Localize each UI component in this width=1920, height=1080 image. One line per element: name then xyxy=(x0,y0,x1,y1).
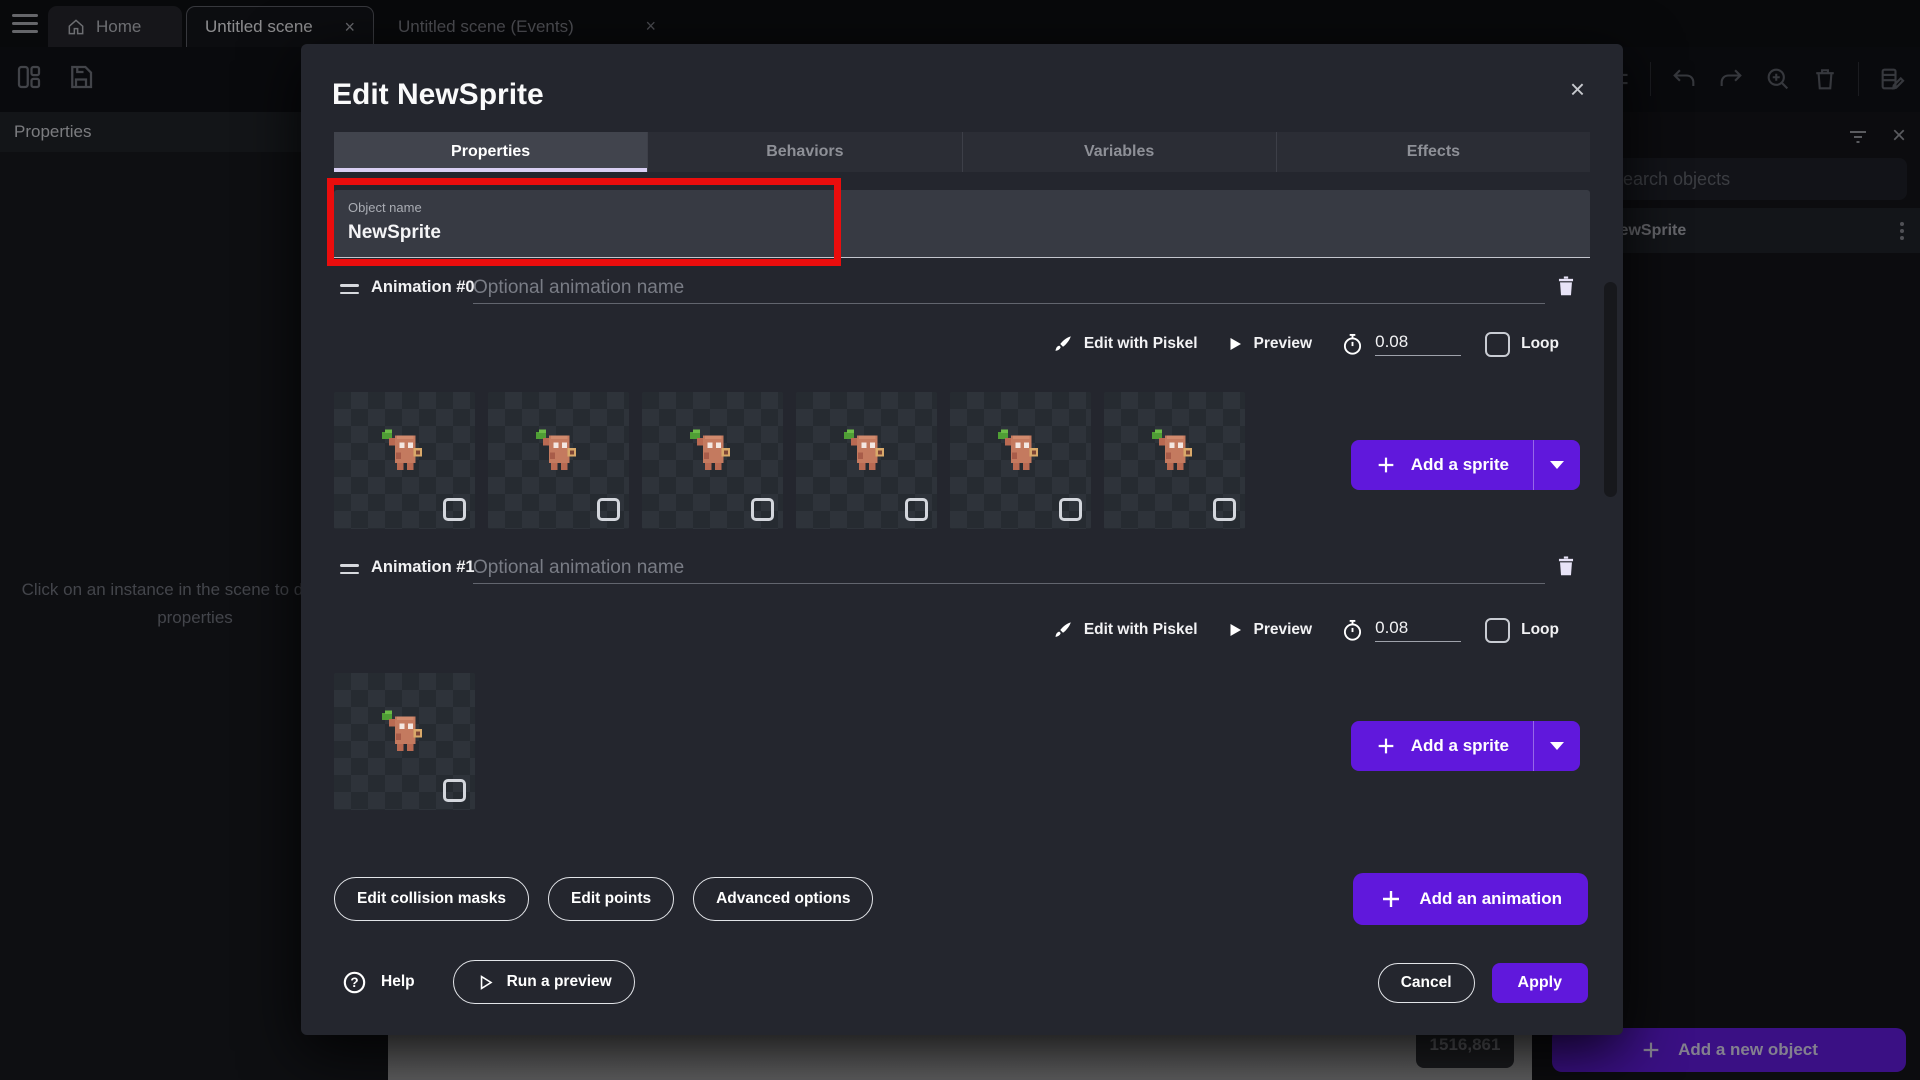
help-button[interactable]: Help xyxy=(381,973,415,991)
pig-sprite-image xyxy=(834,420,900,480)
object-name-field[interactable]: Object name xyxy=(334,190,1590,258)
animation-1-header: Animation #1 xyxy=(334,552,1590,586)
delete-animation-icon[interactable] xyxy=(1553,272,1579,300)
animation-label: Animation #0 xyxy=(371,278,475,297)
pig-sprite-image xyxy=(526,420,592,480)
brush-icon xyxy=(1052,619,1074,641)
caret-down-icon xyxy=(1550,742,1564,750)
sprite-frame-thumbnail[interactable] xyxy=(950,392,1091,529)
preview-button[interactable]: Preview xyxy=(1226,335,1313,353)
animation-name-input[interactable] xyxy=(473,552,1545,584)
dialog-tabs: Properties Behaviors Variables Effects xyxy=(334,132,1590,172)
animation-name-input[interactable] xyxy=(473,272,1545,304)
loop-label: Loop xyxy=(1521,621,1559,639)
frame-select-checkbox[interactable] xyxy=(751,498,774,521)
edit-object-dialog: Edit NewSprite × Properties Behaviors Va… xyxy=(301,44,1623,1035)
dialog-scrollbar[interactable] xyxy=(1604,282,1617,497)
apply-button[interactable]: Apply xyxy=(1492,963,1588,1003)
add-animation-button[interactable]: Add an animation xyxy=(1353,873,1588,925)
frame-select-checkbox[interactable] xyxy=(597,498,620,521)
add-sprite-button[interactable]: Add a sprite xyxy=(1351,440,1580,490)
object-name-label: Object name xyxy=(348,200,422,215)
animation-label: Animation #1 xyxy=(371,558,475,577)
play-icon xyxy=(1226,621,1244,639)
object-name-input[interactable] xyxy=(348,222,948,244)
frame-select-checkbox[interactable] xyxy=(1213,498,1236,521)
sprite-frame-thumbnail[interactable] xyxy=(488,392,629,529)
dialog-title: Edit NewSprite xyxy=(332,78,544,112)
animation-0-frames xyxy=(334,392,1245,529)
stopwatch-icon xyxy=(1340,618,1365,643)
sprite-frame-thumbnail[interactable] xyxy=(642,392,783,529)
pig-sprite-image xyxy=(680,420,746,480)
advanced-options-button[interactable]: Advanced options xyxy=(693,877,873,921)
frame-select-checkbox[interactable] xyxy=(905,498,928,521)
sprite-frame-thumbnail[interactable] xyxy=(334,392,475,529)
add-sprite-dropdown[interactable] xyxy=(1534,721,1580,771)
plus-icon xyxy=(1379,887,1403,911)
edit-points-button[interactable]: Edit points xyxy=(548,877,674,921)
delete-animation-icon[interactable] xyxy=(1553,552,1579,580)
tab-variables[interactable]: Variables xyxy=(963,132,1277,172)
edit-with-piskel-button[interactable]: Edit with Piskel xyxy=(1052,619,1198,641)
play-outline-icon xyxy=(476,973,495,992)
plus-icon xyxy=(1375,735,1397,757)
play-icon xyxy=(1226,335,1244,353)
drag-handle-icon[interactable] xyxy=(340,284,359,299)
svg-text:?: ? xyxy=(350,975,358,990)
close-dialog-icon[interactable]: × xyxy=(1570,74,1585,105)
add-sprite-button[interactable]: Add a sprite xyxy=(1351,721,1580,771)
stopwatch-icon xyxy=(1340,332,1365,357)
frame-select-checkbox[interactable] xyxy=(443,779,466,802)
animation-0-header: Animation #0 xyxy=(334,272,1590,306)
pig-sprite-image xyxy=(372,701,438,761)
edit-collision-masks-button[interactable]: Edit collision masks xyxy=(334,877,529,921)
tab-properties[interactable]: Properties xyxy=(334,132,648,172)
pig-sprite-image xyxy=(988,420,1054,480)
loop-checkbox[interactable] xyxy=(1485,332,1510,357)
cancel-button[interactable]: Cancel xyxy=(1378,963,1475,1003)
tab-behaviors[interactable]: Behaviors xyxy=(648,132,962,172)
preview-button[interactable]: Preview xyxy=(1226,621,1313,639)
edit-with-piskel-button[interactable]: Edit with Piskel xyxy=(1052,333,1198,355)
drag-handle-icon[interactable] xyxy=(340,564,359,579)
loop-checkbox[interactable] xyxy=(1485,618,1510,643)
animation-0-controls: Edit with Piskel Preview Loop xyxy=(1052,326,1559,362)
plus-icon xyxy=(1375,454,1397,476)
add-sprite-dropdown[interactable] xyxy=(1534,440,1580,490)
brush-icon xyxy=(1052,333,1074,355)
frame-select-checkbox[interactable] xyxy=(1059,498,1082,521)
sprite-frame-thumbnail[interactable] xyxy=(334,673,475,810)
help-circle-icon[interactable]: ? xyxy=(341,969,368,996)
caret-down-icon xyxy=(1550,461,1564,469)
pig-sprite-image xyxy=(372,420,438,480)
animation-1-controls: Edit with Piskel Preview Loop xyxy=(1052,612,1559,648)
animation-1-frames xyxy=(334,673,475,810)
run-preview-button[interactable]: Run a preview xyxy=(453,960,635,1004)
sprite-frame-thumbnail[interactable] xyxy=(1104,392,1245,529)
pig-sprite-image xyxy=(1142,420,1208,480)
time-between-frames-input[interactable] xyxy=(1375,332,1461,356)
loop-label: Loop xyxy=(1521,335,1559,353)
time-between-frames-input[interactable] xyxy=(1375,618,1461,642)
frame-select-checkbox[interactable] xyxy=(443,498,466,521)
tab-effects[interactable]: Effects xyxy=(1277,132,1590,172)
sprite-frame-thumbnail[interactable] xyxy=(796,392,937,529)
